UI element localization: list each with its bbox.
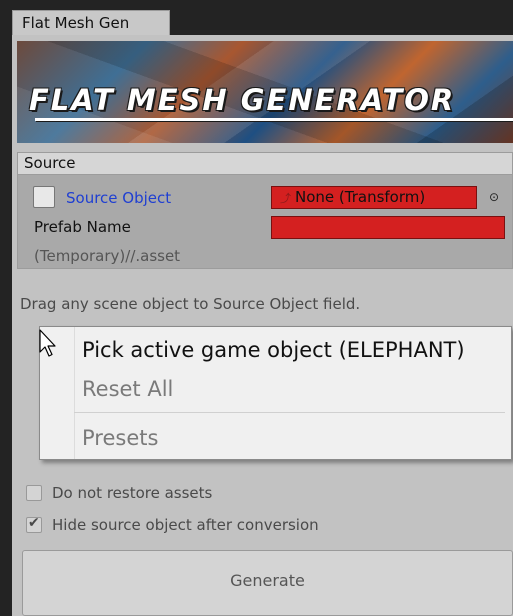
context-menu: Pick active game object (ELEPHANT) Reset… [39,326,512,460]
banner-underline [35,118,513,121]
banner-image: FLAT MESH GENERATOR [17,41,513,143]
object-picker-icon[interactable]: ⊙ [487,190,501,204]
prefab-name-label: Prefab Name [34,218,131,236]
main-panel: FLAT MESH GENERATOR Source Source Object… [12,35,513,616]
source-object-field[interactable]: ⤴ None (Transform) [271,186,477,209]
checkmark-icon: ✔ [28,515,40,531]
hide-source-label: Hide source object after conversion [52,516,319,534]
source-object-value: None (Transform) [295,188,426,206]
menu-separator [74,412,505,413]
source-object-checkbox[interactable] [33,186,55,208]
source-section-body: Source Object ⤴ None (Transform) ⊙ Prefab… [17,175,513,269]
generate-button-label: Generate [230,571,305,590]
menu-item-reset-all[interactable]: Reset All [82,377,173,401]
do-not-restore-label: Do not restore assets [52,484,213,502]
prefab-name-field[interactable] [271,216,505,239]
menu-item-pick-active[interactable]: Pick active game object (ELEPHANT) [82,338,465,362]
mouse-cursor-icon [39,329,56,357]
asset-path-text: (Temporary)//.asset [34,247,181,265]
hint-text: Drag any scene object to Source Object f… [20,295,361,313]
transform-icon: ⤴ [280,192,291,205]
menu-item-presets[interactable]: Presets [82,426,158,450]
generate-button[interactable]: Generate [22,550,513,616]
window-tab[interactable]: Flat Mesh Gen [12,10,170,36]
source-section-header[interactable]: Source [17,152,513,175]
banner-title: FLAT MESH GENERATOR [29,83,456,117]
do-not-restore-checkbox[interactable] [26,485,42,501]
window-tab-title: Flat Mesh Gen [22,14,130,32]
source-object-label: Source Object [66,189,172,207]
source-section-title: Source [24,154,76,172]
hide-source-checkbox[interactable]: ✔ [26,515,42,533]
